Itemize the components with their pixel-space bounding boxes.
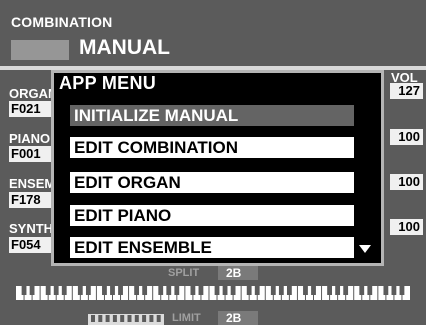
- limit-keyboard-icon: [88, 314, 164, 325]
- triangle-down-icon[interactable]: [359, 245, 371, 253]
- menu-item-edit-combination[interactable]: EDIT COMBINATION: [70, 137, 354, 158]
- part-label-piano: PIANO: [9, 131, 51, 146]
- menu-item-edit-piano[interactable]: EDIT PIANO: [70, 205, 354, 226]
- limit-value[interactable]: 2B: [218, 311, 258, 325]
- menu-item-initialize-manual[interactable]: INITIALIZE MANUAL: [70, 105, 354, 126]
- part-label-synth: SYNTH: [9, 221, 54, 236]
- part-volume-ensemble[interactable]: 100: [390, 174, 423, 190]
- menu-item-edit-organ[interactable]: EDIT ORGAN: [70, 172, 354, 193]
- split-label: SPLIT: [168, 267, 200, 279]
- menu-item-edit-ensemble[interactable]: EDIT ENSEMBLE: [70, 237, 354, 258]
- lcd-screen: COMBINATION MANUAL VOL ORGAN F021 127 PI…: [0, 0, 426, 325]
- app-menu-title: APP MENU: [59, 73, 157, 93]
- split-value[interactable]: 2B: [218, 266, 258, 280]
- combination-number-box: [11, 40, 69, 60]
- part-volume-synth[interactable]: 100: [390, 219, 423, 235]
- screen-title: COMBINATION: [11, 14, 113, 30]
- app-menu-popup: APP MENU INITIALIZE MANUAL EDIT COMBINAT…: [51, 70, 384, 266]
- part-volume-piano[interactable]: 100: [390, 129, 423, 145]
- keyboard-diagram: [16, 286, 410, 300]
- part-volume-organ[interactable]: 127: [390, 83, 423, 99]
- limit-label: LIMIT: [172, 312, 201, 324]
- combination-name: MANUAL: [79, 36, 170, 59]
